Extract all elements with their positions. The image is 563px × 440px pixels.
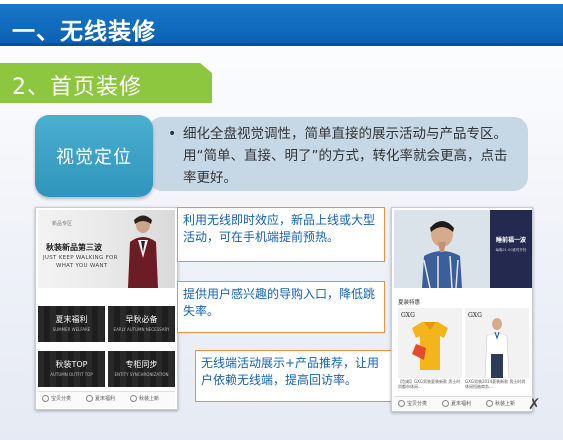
promo-banner[interactable]: 睡前福一波 每晚21:00准时开抢: [490, 210, 532, 288]
model-figure-image: [128, 215, 158, 288]
model-photo: [394, 210, 490, 288]
product-image: GXG: [401, 312, 448, 370]
product-image: GXG: [468, 312, 510, 379]
tile-summer-welfare[interactable]: 夏末福利 SUMMER WELFARE: [38, 306, 105, 342]
mobile-homepage-screenshot-right: 睡前福一波 每晚21:00准时开抢 夏装特惠 GXG 【包邮】GXG男装夏装新款…: [391, 207, 533, 412]
gift-icon: [442, 400, 449, 407]
product-card[interactable]: GXG: [398, 308, 462, 378]
promo-title: 睡前福一波: [495, 237, 526, 244]
tab-welfare[interactable]: 夏末福利: [86, 395, 115, 402]
callout-preheat: 利用无线即时效应，新品上线或大型活动，可在手机端提前预热。: [177, 207, 385, 262]
gift-icon: [86, 395, 93, 402]
product-card[interactable]: GXG: [465, 308, 529, 379]
tile-label: 专柜同步: [125, 360, 158, 369]
tab-category[interactable]: 宝贝分类: [42, 395, 71, 402]
tab-new[interactable]: 秋装上新: [130, 395, 159, 402]
product-brand: GXG: [401, 312, 415, 319]
banner-tag: 新品专区: [52, 221, 73, 227]
product-caption: GXG男装2014夏装新款 男士时尚休闲短袖商务...: [465, 379, 526, 389]
tab-label: 宝贝分类: [51, 396, 72, 402]
product-brand: GXG: [468, 312, 482, 319]
model-portrait-image: [394, 210, 490, 288]
hero-banner: 新品专区 秋装新品第三波 JUST KEEP WALKING FOR WHAT …: [38, 210, 175, 288]
bottom-tabbar: 宝贝分类 夏末福利 秋装上新: [394, 396, 531, 411]
banner-slogan-line2: WHAT YOU WANT: [56, 263, 108, 269]
tab-welfare[interactable]: 夏末福利: [442, 400, 471, 407]
tab-category[interactable]: 宝贝分类: [398, 400, 427, 407]
tab-label: 夏末福利: [451, 401, 472, 407]
banner-slogan-line1: JUST KEEP WALKING FOR: [43, 255, 118, 261]
tile-sublabel: SUMMER WELFARE: [52, 327, 91, 332]
badge-label: 视觉定位: [56, 147, 132, 168]
bullet-dot: •: [168, 126, 177, 142]
visual-positioning-badge: 视觉定位: [35, 115, 153, 197]
callout-guide-entry: 提供用户感兴趣的导购入口，降低跳失率。: [177, 281, 385, 333]
mobile-homepage-screenshot-left: 新品专区 秋装新品第三波 JUST KEEP WALKING FOR WHAT …: [35, 207, 178, 410]
tile-early-autumn[interactable]: 早秋必备 EARLY AUTUMN NECESSARY: [108, 306, 175, 342]
title-bar: 一、无线装修: [0, 4, 563, 46]
bottom-tabbar: 宝贝分类 夏末福利 秋装上新: [38, 391, 175, 408]
new-icon: [486, 400, 493, 407]
new-icon: [130, 395, 137, 402]
tile-label: 夏末福利: [55, 315, 88, 324]
tile-label: 早秋必备: [125, 315, 158, 324]
banner-headline: 秋装新品第三波: [46, 243, 102, 252]
tile-sublabel: EARLY AUTUMN NECESSARY: [113, 327, 170, 332]
tab-label: 秋装上新: [139, 396, 160, 402]
tab-new[interactable]: 秋装上新: [486, 400, 515, 407]
tile-label: 秋装TOP: [55, 360, 88, 369]
tab-label: 宝贝分类: [407, 401, 428, 407]
corner-logo-icon: ✗: [528, 395, 541, 413]
slide-title: 一、无线装修: [12, 19, 156, 45]
tab-label: 秋装上新: [495, 401, 516, 407]
description-text: 细化全盘视觉调性，简单直接的展示活动与产品专区。用“简单、直接、明了”的方式，转…: [183, 126, 508, 186]
tile-autumn-top[interactable]: 秋装TOP AUTUMN OUTFIT TOP: [38, 351, 105, 387]
slide-subtitle: 2、首页装修: [12, 75, 142, 100]
subtitle-bar: 2、首页装修: [0, 63, 212, 103]
category-icon: [398, 400, 405, 407]
tile-sublabel: ENTITY SYNCHRONIZATION: [114, 372, 169, 377]
callout-recommendation: 无线端活动展示+产品推荐，让用户依赖无线端，提高回访率。: [195, 350, 395, 402]
product-caption: 【包邮】GXG男装夏装新款 男士时尚都市休闲...: [398, 379, 461, 389]
tile-sublabel: AUTUMN OUTFIT TOP: [50, 372, 93, 377]
promo-subtitle: 每晚21:00准时开抢: [495, 248, 527, 252]
tile-entity-sync[interactable]: 专柜同步 ENTITY SYNCHRONIZATION: [108, 351, 175, 387]
tab-label: 夏末福利: [95, 396, 116, 402]
section-title: 夏装特惠: [398, 300, 421, 306]
category-icon: [42, 395, 49, 402]
